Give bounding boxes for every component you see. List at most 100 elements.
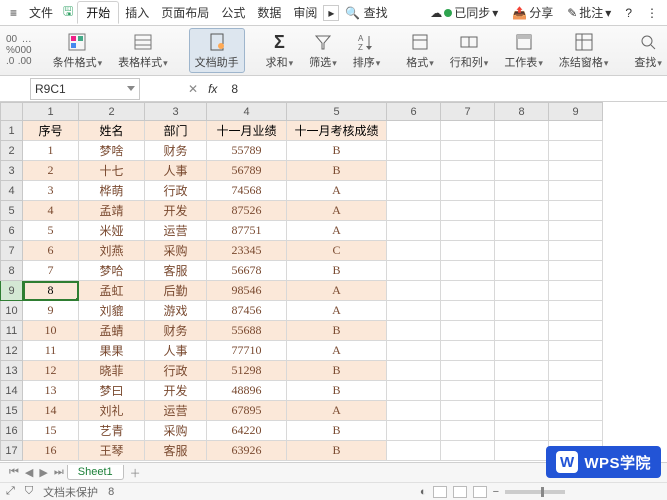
data-cell[interactable]: 行政 [145,361,207,381]
data-cell[interactable]: 行政 [145,181,207,201]
row-header[interactable]: 12 [1,341,23,361]
data-cell[interactable]: 孟蜻 [79,321,145,341]
row-header[interactable]: 4 [1,181,23,201]
view-normal-icon[interactable] [433,486,447,498]
data-cell[interactable]: 98546 [207,281,287,301]
empty-cell[interactable] [495,381,549,401]
wps-academy-badge[interactable]: W WPS学院 [546,446,661,478]
data-cell[interactable]: A [287,181,387,201]
ribbon-worksheet[interactable]: 工作表▾ [499,29,548,72]
data-cell[interactable]: 10 [23,321,79,341]
data-cell[interactable]: 67895 [207,401,287,421]
menu-more-icon[interactable]: ▸ [323,5,339,21]
data-cell[interactable]: 刘礼 [79,401,145,421]
data-cell[interactable]: 梦哈 [79,261,145,281]
data-cell[interactable]: 开发 [145,381,207,401]
data-cell[interactable]: A [287,341,387,361]
table-header-cell[interactable]: 序号 [23,121,79,141]
tab-nav-last-icon[interactable]: ⏭ [51,466,67,479]
empty-cell[interactable] [387,201,441,221]
empty-cell[interactable] [549,341,603,361]
name-box[interactable]: R9C1 [30,78,140,100]
empty-cell[interactable] [549,241,603,261]
data-cell[interactable]: 开发 [145,201,207,221]
row-header[interactable]: 5 [1,201,23,221]
data-cell[interactable]: 客服 [145,261,207,281]
data-cell[interactable]: A [287,201,387,221]
empty-cell[interactable] [441,221,495,241]
ribbon-rowcol[interactable]: 行和列▾ [445,29,494,72]
spreadsheet-grid[interactable]: 1234567891序号姓名部门十一月业绩十一月考核成绩21梦啥财务55789B… [0,102,667,462]
data-cell[interactable]: B [287,261,387,281]
data-cell[interactable]: A [287,401,387,421]
empty-cell[interactable] [495,201,549,221]
data-cell[interactable]: 孟虹 [79,281,145,301]
empty-cell[interactable] [495,401,549,421]
empty-cell[interactable] [387,421,441,441]
data-cell[interactable]: B [287,321,387,341]
empty-cell[interactable] [387,241,441,261]
help-icon[interactable]: ? [620,4,637,22]
empty-cell[interactable] [387,401,441,421]
menu-start[interactable]: 开始 [77,1,119,24]
data-cell[interactable]: 5 [23,221,79,241]
empty-cell[interactable] [495,261,549,281]
table-header-cell[interactable]: 十一月业绩 [207,121,287,141]
data-cell[interactable]: 财务 [145,141,207,161]
empty-cell[interactable] [441,241,495,261]
data-cell[interactable]: 财务 [145,321,207,341]
data-cell[interactable]: 55789 [207,141,287,161]
ribbon-sort[interactable]: AZ 排序▾ [348,29,386,72]
data-cell[interactable]: A [287,301,387,321]
ribbon-sum[interactable]: Σ 求和▾ [261,30,299,72]
empty-cell[interactable] [549,161,603,181]
data-cell[interactable]: 6 [23,241,79,261]
data-cell[interactable]: 米娅 [79,221,145,241]
row-header[interactable]: 14 [1,381,23,401]
empty-cell[interactable] [495,241,549,261]
row-header[interactable]: 2 [1,141,23,161]
empty-cell[interactable] [441,341,495,361]
empty-cell[interactable] [495,341,549,361]
data-cell[interactable]: 果果 [79,341,145,361]
row-header[interactable]: 10 [1,301,23,321]
column-header[interactable]: 6 [387,103,441,121]
view-pagebreak-icon[interactable] [453,486,467,498]
number-format-small[interactable]: 00… %000 .0.00 [6,34,32,67]
data-cell[interactable]: A [287,221,387,241]
tab-nav-first-icon[interactable]: ⏮ [6,466,22,479]
empty-cell[interactable] [549,141,603,161]
empty-cell[interactable] [387,141,441,161]
menu-insert[interactable]: 插入 [119,2,155,23]
empty-cell[interactable] [495,321,549,341]
view-layout-icon[interactable] [473,486,487,498]
empty-cell[interactable] [387,361,441,381]
data-cell[interactable]: A [287,281,387,301]
empty-cell[interactable] [441,421,495,441]
data-cell[interactable]: 桦萌 [79,181,145,201]
data-cell[interactable]: B [287,161,387,181]
data-cell[interactable]: 1 [23,141,79,161]
menu-file[interactable]: 文件 [23,2,59,23]
empty-cell[interactable] [495,161,549,181]
column-header[interactable]: 8 [495,103,549,121]
empty-cell[interactable] [549,281,603,301]
data-cell[interactable]: 13 [23,381,79,401]
data-cell[interactable]: 12 [23,361,79,381]
menu-find[interactable]: 🔍 查找 [339,2,393,23]
empty-cell[interactable] [495,181,549,201]
ribbon-filter[interactable]: 筛选▾ [304,29,342,72]
row-header[interactable]: 6 [1,221,23,241]
data-cell[interactable]: 74568 [207,181,287,201]
overflow-icon[interactable]: ⋮ [641,4,663,22]
row-header[interactable]: 17 [1,441,23,461]
empty-cell[interactable] [495,361,549,381]
data-cell[interactable]: 十七 [79,161,145,181]
data-cell[interactable]: 11 [23,341,79,361]
table-header-cell[interactable]: 部门 [145,121,207,141]
data-cell[interactable]: 23345 [207,241,287,261]
data-cell[interactable]: 55688 [207,321,287,341]
menu-hamburger-icon[interactable]: ≡ [4,4,23,22]
data-cell[interactable]: 人事 [145,161,207,181]
formula-cancel-icon[interactable]: ✕ [188,82,198,96]
